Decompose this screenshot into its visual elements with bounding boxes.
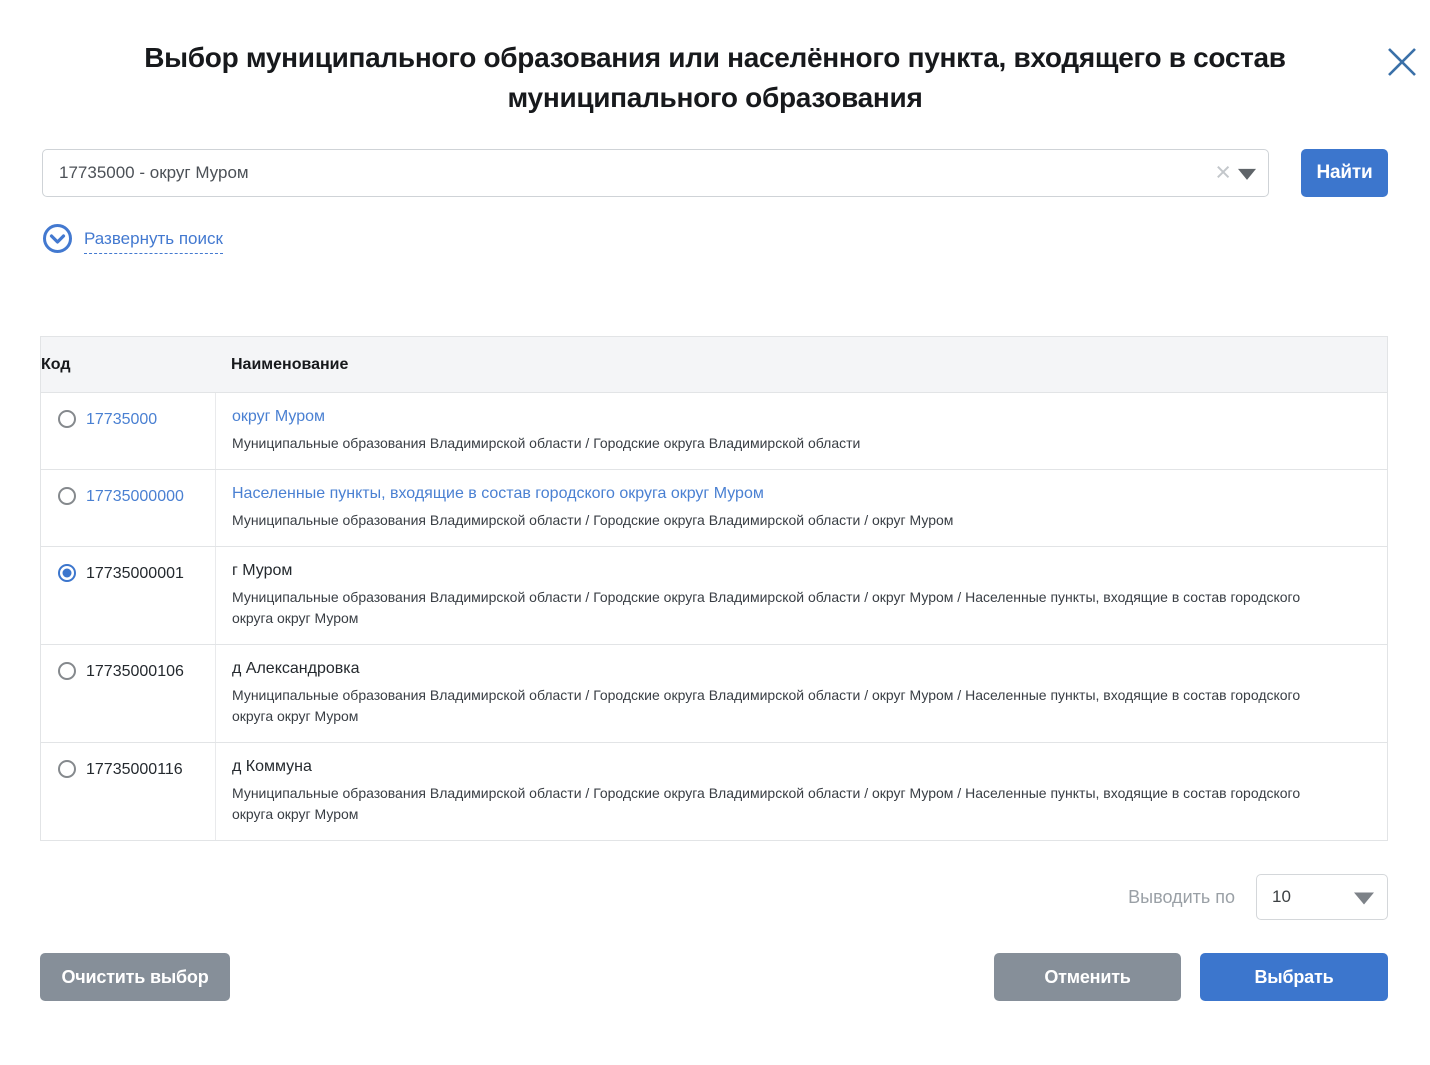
table-row: 17735000 округ Муром Муниципальные образ… xyxy=(41,393,1387,470)
find-button[interactable]: Найти xyxy=(1301,149,1388,197)
row-code: 17735000116 xyxy=(86,761,183,779)
combobox-caret-down-icon[interactable] xyxy=(1238,169,1256,180)
row-name: д Коммуна xyxy=(232,758,312,776)
expand-search-link[interactable]: Развернуть поиск xyxy=(84,229,223,254)
select-button[interactable]: Выбрать xyxy=(1200,953,1388,1001)
row-hierarchy-path: Муниципальные образования Владимирской о… xyxy=(232,783,1332,825)
row-code: 17735000001 xyxy=(86,565,184,583)
row-hierarchy-path: Муниципальные образования Владимирской о… xyxy=(232,510,1332,531)
expand-search-row: Развернуть поиск xyxy=(42,223,1388,259)
header-name: Наименование xyxy=(215,337,1387,392)
modal-title: Выбор муниципального образования или нас… xyxy=(50,38,1380,118)
radio-button[interactable] xyxy=(58,410,76,428)
cancel-button[interactable]: Отменить xyxy=(994,953,1181,1001)
row-code-link[interactable]: 17735000000 xyxy=(86,488,184,506)
table-row: 17735000106 д Александровка Муниципальны… xyxy=(41,645,1387,743)
header-code: Код xyxy=(41,337,215,392)
row-name: г Муром xyxy=(232,562,292,580)
row-code-link[interactable]: 17735000 xyxy=(86,411,157,429)
results-table: Код Наименование 17735000 округ Муром Му… xyxy=(40,336,1388,841)
radio-button[interactable] xyxy=(58,760,76,778)
clear-selection-button[interactable]: Очистить выбор xyxy=(40,953,230,1001)
table-row-selected: 17735000001 г Муром Муниципальные образо… xyxy=(41,547,1387,645)
close-button[interactable] xyxy=(1384,44,1420,80)
row-hierarchy-path: Муниципальные образования Владимирской о… xyxy=(232,587,1332,629)
row-code: 17735000106 xyxy=(86,663,184,681)
row-name-link[interactable]: Населенные пункты, входящие в состав гор… xyxy=(232,485,764,503)
table-row: 17735000000 Населенные пункты, входящие … xyxy=(41,470,1387,547)
table-header: Код Наименование xyxy=(41,337,1387,393)
page-size-label: Выводить по xyxy=(1128,887,1235,908)
pagination-row: Выводить по 10 xyxy=(42,874,1388,920)
radio-button[interactable] xyxy=(58,662,76,680)
search-row: × Найти xyxy=(42,149,1388,197)
page-size-value: 10 xyxy=(1272,887,1291,907)
row-name-link[interactable]: округ Муром xyxy=(232,408,325,426)
chevron-down-circle-icon[interactable] xyxy=(42,223,73,259)
clear-input-icon[interactable]: × xyxy=(1215,159,1231,186)
radio-button[interactable] xyxy=(58,487,76,505)
page-size-caret-down-icon xyxy=(1354,892,1374,904)
radio-button-checked[interactable] xyxy=(58,564,76,582)
close-icon xyxy=(1386,46,1418,78)
municipality-search-input[interactable] xyxy=(42,149,1269,197)
row-hierarchy-path: Муниципальные образования Владимирской о… xyxy=(232,433,1332,454)
table-row: 17735000116 д Коммуна Муниципальные обра… xyxy=(41,743,1387,840)
footer-actions: Очистить выбор Отменить Выбрать xyxy=(40,953,1388,1001)
municipality-combobox: × xyxy=(42,149,1269,197)
row-name: д Александровка xyxy=(232,660,359,678)
page-size-select[interactable]: 10 xyxy=(1256,874,1388,920)
row-hierarchy-path: Муниципальные образования Владимирской о… xyxy=(232,685,1332,727)
